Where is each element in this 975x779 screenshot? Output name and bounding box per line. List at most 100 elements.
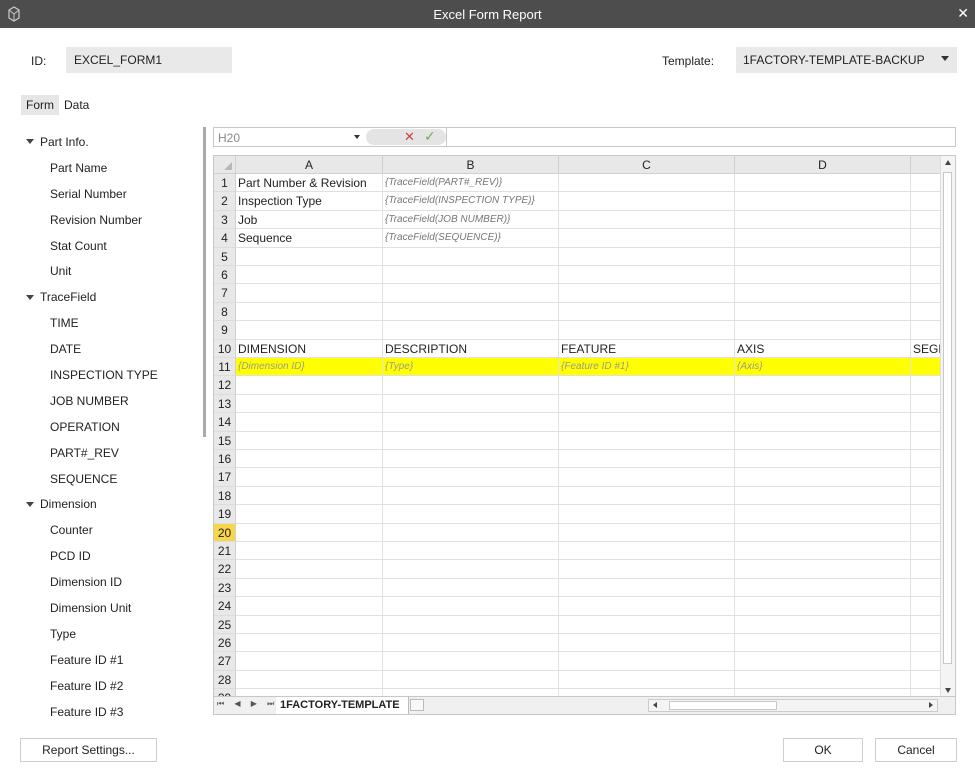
tree-item[interactable]: JOB NUMBER (22, 388, 202, 414)
sheet-cell[interactable] (735, 560, 911, 579)
sheet-cell[interactable] (236, 247, 383, 266)
row-header[interactable]: 26 (214, 634, 236, 653)
tree-item[interactable]: Dimension Unit (22, 595, 202, 621)
sheet-cell[interactable] (236, 597, 383, 616)
row-header[interactable]: 23 (214, 578, 236, 598)
sheet-cell[interactable] (559, 376, 735, 395)
sheet-cell[interactable] (383, 431, 559, 450)
sheet-cell[interactable] (735, 376, 911, 395)
row-header[interactable]: 18 (214, 486, 236, 506)
sheet-cell[interactable] (735, 431, 911, 450)
sheet-cell[interactable] (236, 560, 383, 579)
chevron-down-icon[interactable] (26, 501, 34, 507)
sheet-cell[interactable] (559, 229, 735, 248)
sheet-cell[interactable] (383, 413, 559, 432)
row-header[interactable]: 10 (214, 339, 236, 358)
sheet-cell[interactable] (383, 376, 559, 395)
sheet-cell[interactable] (559, 247, 735, 266)
horizontal-scrollbar[interactable] (648, 699, 938, 712)
sheet-cell[interactable] (383, 578, 559, 598)
sheet-cell[interactable] (236, 431, 383, 450)
sheet-cell[interactable] (236, 542, 383, 561)
sheet-cell[interactable] (735, 284, 911, 303)
sheet-cell[interactable]: {TraceField(SEQUENCE)} (383, 229, 559, 248)
sheet-cell[interactable] (735, 302, 911, 322)
tree-item[interactable]: SEQUENCE (22, 466, 202, 492)
chevron-down-icon[interactable] (354, 135, 360, 139)
sheet-cell[interactable] (559, 413, 735, 432)
row-header[interactable]: 14 (214, 413, 236, 432)
tree-item[interactable]: Counter (22, 517, 202, 543)
sheet-cell[interactable] (383, 542, 559, 561)
tree-item[interactable]: Unit (22, 258, 202, 284)
sheet-cell[interactable] (236, 615, 383, 634)
row-header[interactable]: 5 (214, 247, 236, 266)
sheet-cell[interactable] (559, 486, 735, 506)
sheet-cell[interactable] (383, 523, 559, 542)
scroll-down-icon[interactable] (945, 688, 951, 693)
sheet-cell[interactable] (559, 174, 735, 193)
sheet-cell[interactable] (559, 597, 735, 616)
sheet-cell[interactable] (735, 468, 911, 487)
template-select[interactable]: 1FACTORY-TEMPLATE-BACKUP (736, 47, 957, 73)
confirm-formula-icon[interactable]: ✓ (424, 128, 436, 145)
tree-item[interactable]: Feature ID #2 (22, 673, 202, 699)
sheet-cell[interactable] (735, 413, 911, 432)
ok-button[interactable]: OK (783, 738, 863, 762)
row-header[interactable]: 28 (214, 670, 236, 690)
row-header[interactable]: 27 (214, 652, 236, 671)
sheet-tab[interactable]: 1FACTORY-TEMPLATE (276, 697, 409, 714)
row-header[interactable]: 16 (214, 450, 236, 469)
sheet-cell[interactable] (383, 321, 559, 340)
sheet-cell[interactable] (236, 670, 383, 690)
sheet-cell[interactable] (236, 302, 383, 322)
name-box[interactable]: H20 (218, 131, 358, 145)
sheet-cell[interactable] (559, 284, 735, 303)
sheet-cell[interactable] (735, 615, 911, 634)
tree-item[interactable]: Part Name (22, 155, 202, 181)
sheet-cell[interactable] (236, 523, 383, 542)
select-all-corner[interactable] (214, 156, 236, 174)
sheet-cell[interactable] (559, 431, 735, 450)
sheet-cell[interactable] (735, 670, 911, 690)
sheet-cell[interactable] (236, 376, 383, 395)
sheet-cell[interactable] (735, 321, 911, 340)
tree-item[interactable]: TIME (22, 310, 202, 336)
sheet-cell[interactable] (559, 542, 735, 561)
tree-item[interactable]: Feature ID #1 (22, 647, 202, 673)
sheet-cell[interactable] (559, 321, 735, 340)
sheet-cell[interactable] (735, 523, 911, 542)
sheet-cell[interactable] (559, 450, 735, 469)
sheet-cell[interactable] (559, 394, 735, 414)
sheet-cell[interactable] (735, 634, 911, 653)
cancel-formula-icon[interactable]: ✕ (404, 129, 415, 145)
sheet-cell[interactable] (383, 560, 559, 579)
tree-item[interactable]: Dimension ID (22, 569, 202, 595)
sheet-cell[interactable] (735, 542, 911, 561)
sheet-cell[interactable]: Job (236, 210, 383, 230)
scroll-thumb[interactable] (669, 701, 777, 710)
tab-data[interactable]: Data (59, 95, 94, 115)
chevron-down-icon[interactable] (26, 294, 34, 300)
row-header[interactable]: 4 (214, 229, 236, 248)
chevron-down-icon[interactable] (26, 139, 34, 145)
sheet-cell[interactable] (236, 284, 383, 303)
sheet-cell[interactable] (559, 266, 735, 285)
tree-item[interactable]: DATE (22, 336, 202, 362)
sheet-cell[interactable] (735, 174, 911, 193)
sheet-cell[interactable] (383, 468, 559, 487)
sheet-cell[interactable]: {TraceField(JOB NUMBER)} (383, 210, 559, 230)
sheet-cell[interactable] (735, 229, 911, 248)
sheet-cell[interactable] (735, 247, 911, 266)
sheet-cell[interactable] (383, 652, 559, 671)
sheet-cell[interactable] (236, 394, 383, 414)
sheet-cell[interactable]: {TraceField(INSPECTION TYPE)} (383, 192, 559, 211)
sheet-cell[interactable]: Sequence (236, 229, 383, 248)
sheet-cell[interactable] (236, 634, 383, 653)
tree-item[interactable]: PART#_REV (22, 440, 202, 466)
row-header[interactable]: 13 (214, 394, 236, 414)
tree-group[interactable]: Dimension (22, 491, 202, 517)
add-sheet-icon[interactable] (410, 699, 424, 711)
sheet-cell[interactable] (383, 634, 559, 653)
sheet-cell[interactable] (383, 266, 559, 285)
